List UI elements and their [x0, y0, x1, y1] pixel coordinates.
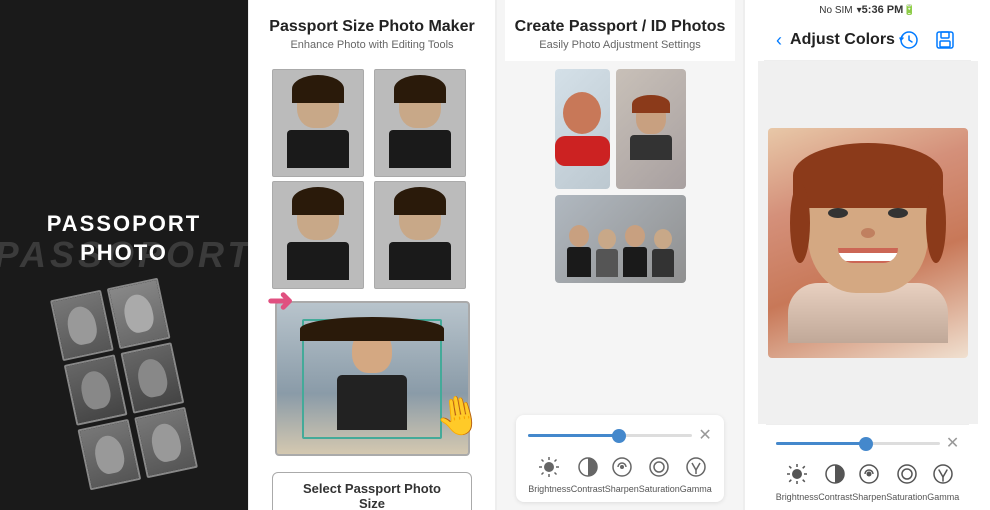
panel-3: Create Passport / ID Photos Easily Photo… — [496, 0, 744, 510]
passport-photo-grid-item — [374, 181, 466, 289]
close-button-3[interactable]: ✕ — [698, 425, 711, 445]
tool-sharpen-4[interactable]: Sharpen — [852, 459, 886, 502]
panel-1: PASSOPORT PASSOPORT PHOTO — [0, 0, 248, 510]
clock: 5:36 PM — [862, 4, 904, 16]
saturation-icon-4 — [892, 459, 922, 489]
carrier-text: No SIM — [819, 5, 852, 16]
contrast-icon — [574, 453, 602, 481]
contrast-label-4: Contrast — [818, 492, 852, 502]
nav-icons — [895, 26, 959, 54]
tool-brightness[interactable]: Brightness — [528, 453, 571, 494]
panel1-content: PASSOPORT PHOTO — [0, 0, 248, 510]
brightness-icon — [535, 453, 563, 481]
arrow-icon: ➜ — [267, 281, 294, 319]
panel2-header: Passport Size Photo Maker Enhance Photo … — [259, 0, 484, 61]
brightness-label-4: Brightness — [776, 492, 819, 502]
strip-photo — [64, 354, 128, 425]
status-right: 🔋 — [903, 5, 915, 16]
tool-saturation-4[interactable]: Saturation — [886, 459, 927, 502]
strip-photo — [120, 342, 184, 413]
tool-saturation[interactable]: Saturation — [639, 453, 680, 494]
back-button[interactable]: ‹ — [776, 30, 782, 51]
sharpen-icon-4 — [854, 459, 884, 489]
gamma-label: Gamma — [680, 484, 712, 494]
tool-contrast-4[interactable]: Contrast — [818, 459, 852, 502]
select-size-button[interactable]: Select Passport Photo Size — [272, 472, 472, 510]
battery-icon: 🔋 — [903, 5, 915, 16]
group-photo — [555, 195, 686, 283]
panel3-subtitle: Easily Photo Adjustment Settings — [515, 39, 726, 51]
camera-capture-box: 🤚 — [275, 301, 470, 456]
panel3-title: Create Passport / ID Photos — [515, 18, 726, 36]
adjust-bar-panel3: ✕ Brightness — [516, 415, 724, 502]
tool-gamma[interactable]: Gamma — [680, 453, 712, 494]
strip-photo — [134, 407, 198, 478]
adjust-bar-panel4: ✕ Brightness — [766, 424, 970, 510]
tools-row-4: Brightness Contrast — [776, 459, 960, 502]
passport-photo-grid-item — [272, 69, 364, 177]
slider-track-4[interactable] — [776, 442, 940, 445]
camera-person — [337, 327, 407, 430]
panel-4: No SIM ▾ 5:36 PM 🔋 ‹ Adjust Colors — [744, 0, 990, 510]
slider-row-3: ✕ — [528, 425, 712, 445]
slider-track-3[interactable] — [528, 434, 692, 437]
panel3-header: Create Passport / ID Photos Easily Photo… — [505, 0, 736, 61]
gamma-icon — [682, 453, 710, 481]
brightness-label: Brightness — [528, 484, 571, 494]
id-portrait-photo — [616, 69, 686, 189]
panel-2: Passport Size Photo Maker Enhance Photo … — [248, 0, 496, 510]
panel1-title: PASSOPORT PHOTO — [47, 210, 202, 267]
passport-photo-grid-item — [374, 69, 466, 177]
strip-photo — [77, 419, 141, 490]
hand-icon: 🤚 — [432, 391, 486, 443]
person-head — [352, 327, 392, 373]
tool-brightness-4[interactable]: Brightness — [776, 459, 819, 502]
sharpen-icon — [608, 453, 636, 481]
status-left: No SIM ▾ — [819, 5, 861, 16]
camera-frame — [302, 319, 442, 439]
panel2-subtitle: Enhance Photo with Editing Tools — [269, 39, 474, 51]
tool-sharpen[interactable]: Sharpen — [605, 453, 639, 494]
history-button[interactable] — [895, 26, 923, 54]
history-icon — [898, 29, 920, 51]
sharpen-label-4: Sharpen — [852, 492, 886, 502]
panel2-content: ➜ 🤚 Select Passport Photo Size — [249, 61, 495, 510]
strip-photo — [107, 278, 171, 349]
contrast-label: Contrast — [571, 484, 605, 494]
saturation-label: Saturation — [639, 484, 680, 494]
save-button[interactable] — [931, 26, 959, 54]
save-icon — [934, 29, 956, 51]
panel2-title: Passport Size Photo Maker — [269, 18, 474, 36]
contrast-icon-4 — [820, 459, 850, 489]
tool-gamma-4[interactable]: Gamma — [927, 459, 959, 502]
saturation-label-4: Saturation — [886, 492, 927, 502]
strip-photo — [50, 290, 114, 361]
tools-row-3: Brightness Contrast — [528, 453, 712, 494]
saturation-icon — [645, 453, 673, 481]
status-bar: No SIM ▾ 5:36 PM 🔋 — [807, 0, 927, 20]
id-selfie-photo — [555, 69, 610, 189]
person-body — [337, 375, 407, 430]
close-button-4[interactable]: ✕ — [946, 433, 959, 453]
slider-thumb-4[interactable] — [859, 437, 873, 451]
gamma-icon-4 — [928, 459, 958, 489]
brightness-icon-4 — [782, 459, 812, 489]
portrait-image — [768, 128, 968, 358]
slider-fill-3 — [528, 434, 618, 437]
gamma-label-4: Gamma — [927, 492, 959, 502]
passport-photo-grid-item — [272, 181, 364, 289]
tool-contrast[interactable]: Contrast — [571, 453, 605, 494]
slider-fill-4 — [776, 442, 866, 445]
portrait-area — [758, 61, 978, 424]
slider-thumb-3[interactable] — [612, 429, 626, 443]
nav-title: Adjust Colors — [790, 31, 895, 49]
nav-bar: ‹ Adjust Colors — [764, 20, 971, 61]
slider-row-4: ✕ — [776, 433, 960, 453]
sharpen-label: Sharpen — [605, 484, 639, 494]
